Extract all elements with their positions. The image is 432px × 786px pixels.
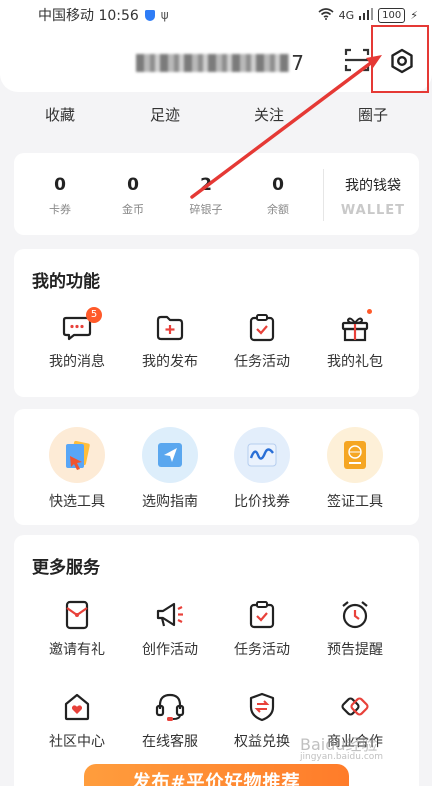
megaphone-icon bbox=[156, 602, 183, 627]
wallet-subtitle: WALLET bbox=[340, 203, 406, 218]
task-icon bbox=[249, 314, 275, 342]
my-publish[interactable]: 我的发布 bbox=[125, 313, 215, 371]
creation-activity[interactable]: 创作活动 bbox=[125, 599, 215, 659]
my-wallet-link[interactable]: 我的钱袋 WALLET bbox=[332, 175, 414, 218]
item-label: 预告提醒 bbox=[327, 642, 383, 658]
shopping-guide[interactable]: 选购指南 bbox=[125, 427, 215, 511]
my-functions-card: 我的功能 5 我的消息 我的发布 任务活动 我的礼包 bbox=[14, 249, 419, 397]
watermark-line2: jingyan.baidu.com bbox=[300, 752, 384, 762]
exchange-shield-icon bbox=[249, 692, 275, 722]
charging-icon: ⚡ bbox=[410, 8, 418, 22]
divider bbox=[323, 169, 324, 221]
price-compare[interactable]: 比价找券 bbox=[217, 427, 307, 511]
battery-level: 100 bbox=[378, 7, 406, 23]
gold-label: 金币 bbox=[122, 203, 144, 216]
cooperation-icon bbox=[341, 697, 369, 716]
stat-circles[interactable]: 圈子 bbox=[338, 104, 408, 125]
wifi-icon bbox=[318, 7, 334, 23]
community-icon bbox=[64, 693, 90, 721]
security-shield-icon bbox=[144, 9, 155, 21]
gift-icon bbox=[341, 317, 369, 342]
stat-following[interactable]: 关注 bbox=[234, 104, 304, 125]
my-messages[interactable]: 5 我的消息 bbox=[32, 307, 122, 371]
wallet-stat-coupons[interactable]: 0 卡券 bbox=[30, 175, 90, 217]
item-label: 我的礼包 bbox=[327, 354, 383, 370]
benefit-exchange[interactable]: 权益兑换 bbox=[217, 691, 307, 751]
coupons-value: 0 bbox=[54, 175, 66, 195]
alarm-clock-icon bbox=[342, 601, 368, 629]
my-gift[interactable]: 我的礼包 bbox=[310, 309, 400, 371]
username-blurred bbox=[136, 54, 290, 72]
watermark-line1: Baidu经验 bbox=[300, 735, 378, 754]
stat-favorites[interactable]: 收藏 bbox=[25, 104, 95, 125]
publish-banner[interactable]: 发布#平价好物推荐 bbox=[84, 764, 349, 786]
silver-value: 2 bbox=[200, 175, 212, 195]
item-label: 选购指南 bbox=[142, 494, 198, 510]
visa-tool[interactable]: 签证工具 bbox=[310, 427, 400, 511]
item-label: 任务活动 bbox=[234, 354, 290, 370]
message-badge: 5 bbox=[86, 307, 102, 323]
status-bar: 中国移动 10:56 ψ 4G 100 ⚡ bbox=[0, 0, 432, 30]
item-label: 快选工具 bbox=[49, 494, 105, 510]
headset-icon bbox=[155, 693, 185, 721]
item-label: 权益兑换 bbox=[234, 734, 290, 750]
wallet-stat-silver[interactable]: 2 碎银子 bbox=[176, 175, 236, 217]
signal-icon bbox=[359, 7, 374, 23]
wallet-title: 我的钱袋 bbox=[345, 178, 401, 194]
section-title: 更多服务 bbox=[32, 558, 100, 578]
task-activity[interactable]: 任务活动 bbox=[217, 313, 307, 371]
item-label: 比价找券 bbox=[234, 494, 290, 510]
item-label: 我的发布 bbox=[142, 354, 198, 370]
network-type: 4G bbox=[338, 8, 355, 22]
item-label: 任务活动 bbox=[234, 642, 290, 658]
scan-icon[interactable] bbox=[344, 48, 370, 72]
gold-value: 0 bbox=[127, 175, 139, 195]
community-center[interactable]: 社区中心 bbox=[32, 691, 122, 751]
invite-icon bbox=[65, 600, 89, 630]
item-label: 社区中心 bbox=[49, 734, 105, 750]
balance-value: 0 bbox=[272, 175, 284, 195]
profile-header: 7 bbox=[0, 30, 432, 92]
gear-icon[interactable] bbox=[389, 48, 415, 74]
item-label: 邀请有礼 bbox=[49, 642, 105, 658]
tools-card: 快选工具 选购指南 比价找券 签证工具 bbox=[14, 409, 419, 525]
guide-icon bbox=[142, 427, 198, 483]
watermark: Baidu经验 jingyan.baidu.com bbox=[300, 735, 384, 764]
item-label: 在线客服 bbox=[142, 734, 198, 750]
item-label: 签证工具 bbox=[327, 494, 383, 510]
usb-icon: ψ bbox=[160, 8, 169, 22]
online-service[interactable]: 在线客服 bbox=[125, 691, 215, 751]
publish-icon bbox=[156, 315, 184, 341]
item-label: 我的消息 bbox=[49, 354, 105, 370]
carrier-time: 中国移动 10:56 bbox=[38, 8, 139, 24]
wallet-stat-balance[interactable]: 0 余额 bbox=[248, 175, 308, 217]
invite-gift[interactable]: 邀请有礼 bbox=[32, 599, 122, 659]
section-title: 我的功能 bbox=[32, 272, 100, 292]
quick-select-icon bbox=[49, 427, 105, 483]
price-compare-icon bbox=[234, 427, 290, 483]
silver-label: 碎银子 bbox=[189, 203, 223, 216]
coupons-label: 卡券 bbox=[49, 203, 71, 216]
preview-reminder[interactable]: 预告提醒 bbox=[310, 599, 400, 659]
passport-icon bbox=[327, 427, 383, 483]
quick-select-tool[interactable]: 快选工具 bbox=[32, 427, 122, 511]
gift-notification-dot bbox=[367, 309, 372, 314]
wallet-stat-gold[interactable]: 0 金币 bbox=[103, 175, 163, 217]
username-tail: 7 bbox=[291, 51, 304, 75]
task-activity-2[interactable]: 任务活动 bbox=[217, 599, 307, 659]
task-icon bbox=[249, 601, 275, 629]
balance-label: 余额 bbox=[267, 203, 289, 216]
wallet-card: 0 卡券 0 金币 2 碎银子 0 余额 我的钱袋 WALLET bbox=[14, 153, 419, 235]
stat-footprints[interactable]: 足迹 bbox=[130, 104, 200, 125]
username[interactable]: 7 bbox=[136, 51, 304, 75]
item-label: 创作活动 bbox=[142, 642, 198, 658]
